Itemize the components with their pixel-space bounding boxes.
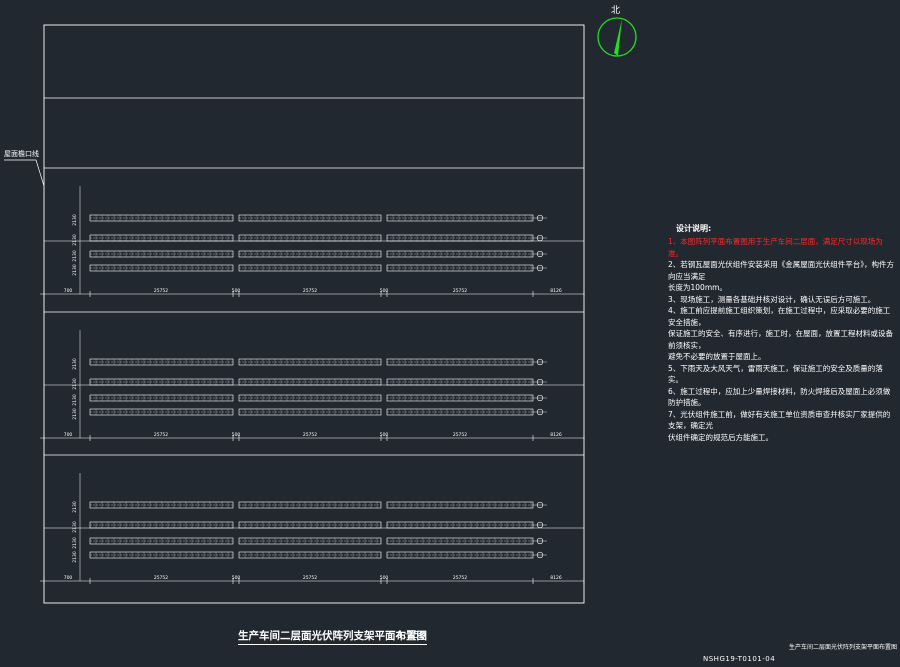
north-compass <box>597 17 637 57</box>
module-row-dimension: 2130 <box>72 234 78 246</box>
design-note: 长度为100mm。 <box>668 283 727 292</box>
roof-eave-label: 屋面檐口线 <box>4 150 39 158</box>
module-row-dimension: 2130 <box>72 264 78 276</box>
module-row-dimension: 2130 <box>72 551 78 563</box>
dimension-label-span: 25752 <box>303 288 317 294</box>
dimension-label-left-end: 700 <box>64 288 73 294</box>
module-row-dimension: 2130 <box>72 394 78 406</box>
module-row-dimension: 2130 <box>72 214 78 226</box>
dimension-label-joint: 500 <box>380 288 389 294</box>
dimension-label-joint: 500 <box>232 575 241 581</box>
drawing-name: 生产车间二层面光伏阵列支架平面布置图 <box>789 644 898 651</box>
design-note: 6、施工过程中，应加上少量焊接材料，防火焊接后及屋面上必须做防护措施。 <box>668 386 891 408</box>
dimension-label-left-end: 700 <box>64 575 73 581</box>
dimension-label-span: 25752 <box>453 432 467 438</box>
module-row-dimension: 2130 <box>72 537 78 549</box>
design-note: 1、本图阵列平面布置图用于生产车间二层面，满足尺寸以现场为准。 <box>668 237 883 258</box>
module-row-dimension: 2130 <box>72 250 78 262</box>
design-note: 5、下雨天及大风天气，雷雨天施工，保证施工的安全及质量的落实。 <box>668 363 883 385</box>
dimension-label-right-end: 8126 <box>550 432 562 438</box>
dimension-label-span: 25752 <box>303 575 317 581</box>
dimension-label-joint: 500 <box>232 288 241 294</box>
dimension-label-span: 25752 <box>154 575 168 581</box>
dimension-label-span: 25752 <box>303 432 317 438</box>
building-outline <box>43 24 585 604</box>
design-notes: 1、本图阵列平面布置图用于生产车间二层面，满足尺寸以现场为准。 2、若钢瓦屋面光… <box>668 236 896 443</box>
dimension-label-joint: 500 <box>380 432 389 438</box>
dimension-label-span: 25752 <box>154 432 168 438</box>
design-note: 7、光伏组件施工前，做好有关施工单位资质审查并核实厂家提供的支架，确定光 <box>668 409 891 431</box>
module-row-dimension: 2130 <box>72 521 78 533</box>
design-note: 4、施工前应提前施工组织策划，在施工过程中，应采取必要的施工安全措施， <box>668 306 891 327</box>
north-arrow-icon <box>614 19 622 56</box>
dimension-label-right-end: 8126 <box>550 575 562 581</box>
design-note: 2、若钢瓦屋面光伏组件安装采用《金属屋面光伏组件平台》，构件方向应当满足 <box>668 260 895 281</box>
dimension-label-span: 25752 <box>154 288 168 294</box>
module-row-dimension: 2130 <box>72 408 78 420</box>
dimension-label-joint: 500 <box>380 575 389 581</box>
north-label: 北 <box>611 6 621 16</box>
dimension-label-span: 25752 <box>453 288 467 294</box>
design-note: 伏组件确定的规范后方能施工。 <box>668 432 773 442</box>
dimension-label-joint: 500 <box>232 432 241 438</box>
dimension-label-right-end: 8126 <box>550 288 562 294</box>
module-row-dimension: 2130 <box>72 358 78 370</box>
design-note: 避免不必要的放置于屋面上。 <box>668 352 766 361</box>
dimension-label-left-end: 700 <box>64 432 73 438</box>
roof-leader-line <box>4 159 45 187</box>
module-row-dimension: 2130 <box>72 378 78 390</box>
design-note: 保证施工的安全、有序进行，施工时，在屋面，放置工程材料或设备前须核实， <box>668 329 893 350</box>
dimension-label-span: 25752 <box>453 575 467 581</box>
module-row-dimension: 2130 <box>72 501 78 513</box>
pv-array-group: 2130 2130 2130 2130 700 25752 500 25752 500 25752… <box>40 186 585 584</box>
design-notes-title: 设计说明: <box>676 224 712 233</box>
design-note: 3、现场施工，测量各基础并核对设计，确认无误后方可施工。 <box>668 294 876 304</box>
drawing-number: NSHG19-T0101-04 <box>703 655 776 663</box>
plan-scale: 1:250 <box>397 630 426 641</box>
